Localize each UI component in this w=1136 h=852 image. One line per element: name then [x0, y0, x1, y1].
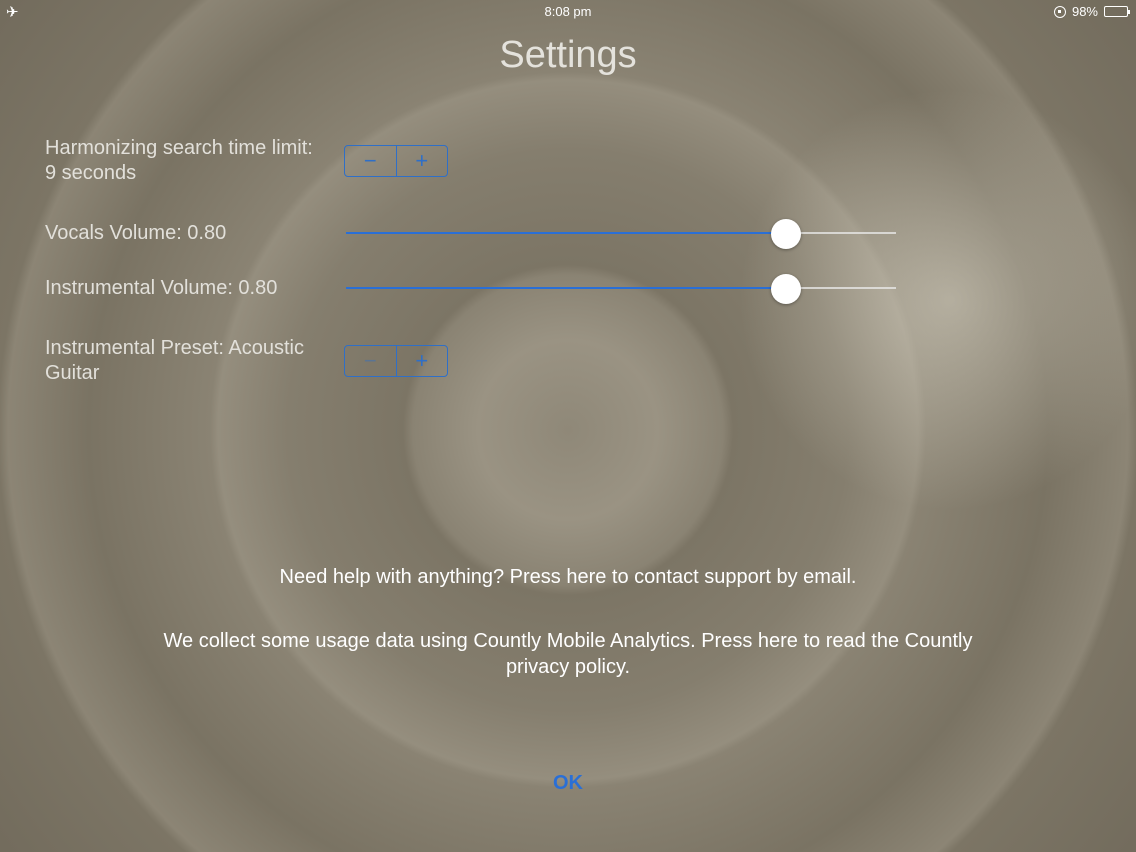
search-time-plus-button[interactable]: + — [395, 146, 448, 176]
status-bar: ✈ 8:08 pm 98% — [0, 0, 1136, 24]
search-time-label: Harmonizing search time limit: 9 seconds — [45, 137, 313, 184]
slider-track-fill — [346, 232, 786, 234]
status-time: 8:08 pm — [544, 4, 592, 19]
battery-percent: 98% — [1071, 4, 1098, 19]
ok-button[interactable]: OK — [528, 772, 608, 795]
instrumental-volume-label: Instrumental Volume: 0.80 — [45, 277, 278, 299]
contact-support-link[interactable]: Need help with anything? Press here to c… — [0, 564, 1136, 590]
preset-minus-button[interactable]: − — [345, 346, 396, 376]
search-time-stepper[interactable]: − + — [344, 145, 448, 177]
rotation-lock-icon — [1053, 5, 1066, 18]
battery-icon — [1104, 6, 1130, 17]
vocals-volume-label: Vocals Volume: 0.80 — [45, 222, 227, 244]
vocals-volume-slider[interactable] — [346, 219, 896, 249]
instrumental-preset-stepper[interactable]: − + — [344, 345, 448, 377]
instrumental-preset-label: Instrumental Preset: Acoustic Guitar — [45, 337, 305, 384]
search-time-minus-button[interactable]: − — [345, 146, 396, 176]
page-title: Settings — [499, 34, 637, 76]
slider-track-fill — [346, 287, 786, 289]
slider-thumb[interactable] — [771, 219, 801, 249]
instrumental-volume-slider[interactable] — [346, 274, 896, 304]
preset-plus-button[interactable]: + — [395, 346, 448, 376]
status-right: 98% — [1053, 4, 1130, 19]
slider-thumb[interactable] — [771, 274, 801, 304]
privacy-policy-link[interactable]: We collect some usage data using Countly… — [150, 628, 986, 680]
